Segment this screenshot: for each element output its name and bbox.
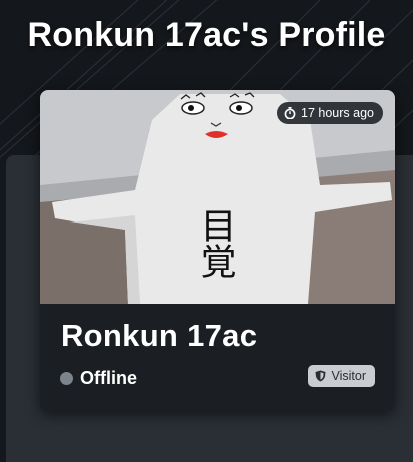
last-seen-badge: 17 hours ago [277, 102, 383, 124]
status-label: Offline [80, 368, 137, 388]
trust-rank-badge: Visitor [308, 365, 375, 387]
trust-rank-label: Visitor [331, 369, 366, 383]
status-indicator: Offline [60, 368, 137, 389]
display-name: Ronkun 17ac [61, 318, 258, 353]
last-seen-label: 17 hours ago [301, 106, 374, 120]
avatar-sign-text: 目覚 [195, 207, 236, 279]
stopwatch-icon [284, 107, 296, 119]
shield-icon [315, 370, 326, 382]
page-title: Ronkun 17ac's Profile [27, 16, 386, 54]
status-dot [60, 372, 73, 385]
profile-card[interactable]: 目覚 17 hours ago Ronkun 17ac Offline Visi… [40, 90, 395, 411]
